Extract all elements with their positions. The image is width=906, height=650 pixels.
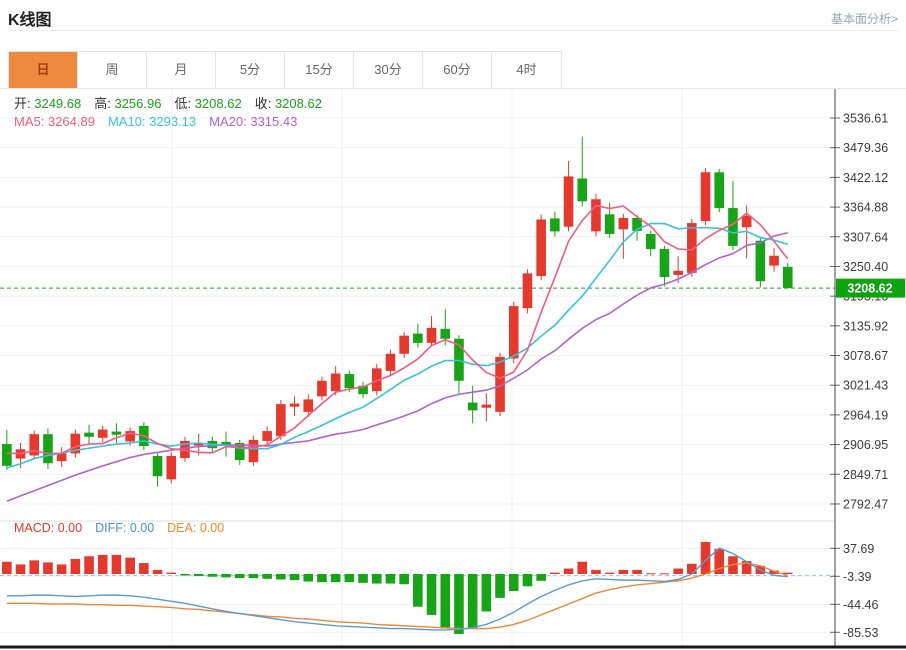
price-tick-10: 2964.19: [843, 408, 888, 422]
period-tabbar: 日周月5分15分30分60分4时: [8, 51, 562, 89]
price-tick-8: 3078.67: [843, 349, 888, 363]
tab-period-1[interactable]: 周: [78, 52, 147, 88]
current-price-tag-text: 3208.62: [847, 282, 892, 296]
ma-lines-layer: [7, 205, 788, 629]
tab-period-4[interactable]: 15分: [285, 52, 354, 88]
chart-area[interactable]: 3536.61 3479.36 3422.12 3364.88 3307.64 3250.…: [0, 88, 906, 650]
ma5-line: [7, 205, 788, 453]
tab-period-2[interactable]: 月: [147, 52, 216, 88]
price-tick-4: 3307.64: [843, 230, 888, 244]
ma10-line: [7, 224, 788, 468]
macd-tick-2: -44.46: [843, 598, 878, 612]
tab-period-7[interactable]: 4时: [492, 52, 561, 88]
price-tick-9: 3021.43: [843, 379, 888, 393]
ma20-line: [7, 233, 788, 501]
price-tick-3: 3364.88: [843, 201, 888, 215]
price-tick-1: 3479.36: [843, 141, 888, 155]
tab-period-3[interactable]: 5分: [216, 52, 285, 88]
macd-tick-3: -85.53: [843, 626, 878, 640]
price-tick-2: 3422.12: [843, 171, 888, 185]
fundamental-analysis-link[interactable]: 基本面分析>: [831, 10, 898, 27]
diff-line: [7, 548, 788, 630]
macd-histogram: [2, 542, 793, 634]
candles-layer: [2, 136, 793, 486]
price-tick-5: 3250.40: [843, 260, 888, 274]
page-title: K线图: [8, 6, 52, 30]
tab-period-0[interactable]: 日: [9, 52, 78, 88]
tab-period-6[interactable]: 60分: [423, 52, 492, 88]
price-tick-13: 2792.47: [843, 497, 888, 511]
price-tick-0: 3536.61: [843, 112, 888, 126]
macd-tick-0: 37.69: [843, 542, 874, 556]
tab-period-5[interactable]: 30分: [354, 52, 423, 88]
macd-tick-1: -3.39: [843, 570, 872, 584]
kline-chart-svg[interactable]: 3536.61 3479.36 3422.12 3364.88 3307.64 3250.…: [0, 89, 906, 650]
price-tick-7: 3135.92: [843, 319, 888, 333]
price-axis: 3536.61 3479.36 3422.12 3364.88 3307.64 3250.…: [0, 89, 906, 647]
header-divider: [8, 30, 898, 31]
price-tick-12: 2849.71: [843, 468, 888, 482]
price-tick-11: 2906.95: [843, 438, 888, 452]
